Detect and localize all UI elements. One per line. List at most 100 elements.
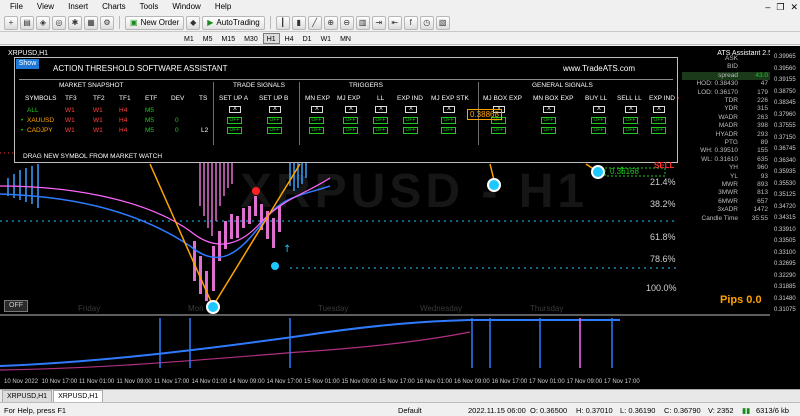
mn-exp-off[interactable]: OFF xyxy=(309,127,324,134)
stat-value: 47 xyxy=(760,80,768,88)
mj-exp-stk-off[interactable]: OFF xyxy=(441,117,456,124)
sell-ll-off[interactable]: OFF xyxy=(623,117,638,124)
section-trade-signals: TRADE SIGNALS xyxy=(233,82,286,89)
mj-box-exp-off[interactable]: OFF xyxy=(491,127,506,134)
chart-tab-active[interactable]: XRPUSD,H1 xyxy=(53,390,104,402)
fib-level: 61.8% xyxy=(650,232,676,242)
mn-exp-off[interactable]: OFF xyxy=(309,117,324,124)
restore-icon[interactable]: ❐ xyxy=(776,0,784,14)
zoom-out-icon[interactable]: ⊖ xyxy=(339,15,354,30)
sell-ll-toggle[interactable]: X xyxy=(625,106,637,113)
zoom-in-icon[interactable]: ⊕ xyxy=(323,15,338,30)
tf-d1[interactable]: D1 xyxy=(299,33,316,44)
menu-help[interactable]: Help xyxy=(208,0,238,14)
mj-exp-off[interactable]: OFF xyxy=(343,127,358,134)
tf-m5[interactable]: M5 xyxy=(199,33,217,44)
setup-a-off[interactable]: OFF xyxy=(227,127,242,134)
day-label: Wednesday xyxy=(420,304,463,313)
mn-exp-toggle[interactable]: X xyxy=(311,106,323,113)
row-symbol[interactable]: XAUUSD xyxy=(27,117,54,124)
stat-value: 179 xyxy=(757,88,768,96)
menu-view[interactable]: View xyxy=(30,0,61,14)
setup-b-toggle[interactable]: X xyxy=(269,106,281,113)
tf-m30[interactable]: M30 xyxy=(240,33,262,44)
buy-ll-off[interactable]: OFF xyxy=(591,127,606,134)
row-symbol[interactable]: CADJPY xyxy=(27,127,53,134)
autoscroll-icon[interactable]: ⇥ xyxy=(371,15,386,30)
setup-a-toggle[interactable]: X xyxy=(229,106,241,113)
tile-icon[interactable]: ▥ xyxy=(355,15,370,30)
exp-ind-off[interactable]: OFF xyxy=(403,117,418,124)
menu-window[interactable]: Window xyxy=(165,0,207,14)
minimize-icon[interactable]: – xyxy=(765,0,770,14)
tf-mn[interactable]: MN xyxy=(336,33,355,44)
tf-h4[interactable]: H4 xyxy=(281,33,298,44)
line-chart-icon[interactable]: ╱ xyxy=(307,15,322,30)
navigator-icon[interactable]: ✱ xyxy=(68,15,82,30)
stat-row: PTG 89 xyxy=(682,139,770,147)
status-open: O: 0.36500 xyxy=(530,406,568,415)
stat-key: LOD: 0.36170 xyxy=(697,88,738,96)
candlestick-icon[interactable]: ▮ xyxy=(291,15,306,30)
row-symbol[interactable]: ALL xyxy=(27,107,39,114)
exp-ind-toggle[interactable]: X xyxy=(405,106,417,113)
setup-a-off[interactable]: OFF xyxy=(227,117,242,124)
setup-b-off[interactable]: OFF xyxy=(267,117,282,124)
mj-exp-stk-toggle[interactable]: X xyxy=(443,106,455,113)
menu-tools[interactable]: Tools xyxy=(133,0,166,14)
time-tick: 15 Nov 01:00 xyxy=(304,379,340,385)
chart-tab[interactable]: XRPUSD,H1 xyxy=(2,390,53,402)
meta-editor-icon[interactable]: ◆ xyxy=(186,15,201,30)
sell-ll-off[interactable]: OFF xyxy=(623,127,638,134)
header-mj-exp: MJ EXP xyxy=(337,95,361,102)
menu-insert[interactable]: Insert xyxy=(61,0,95,14)
mj-exp-off[interactable]: OFF xyxy=(343,117,358,124)
chart-shift-icon[interactable]: ⇤ xyxy=(387,15,402,30)
mj-exp-toggle[interactable]: X xyxy=(345,106,357,113)
stat-row: spread 43.0 xyxy=(682,71,770,80)
ll-off[interactable]: OFF xyxy=(373,117,388,124)
tf-m15[interactable]: M15 xyxy=(217,33,239,44)
autotrading-button[interactable]: ▶ AutoTrading xyxy=(202,15,265,30)
row-tf2: W1 xyxy=(93,117,103,124)
tester-icon[interactable]: ⚙ xyxy=(100,15,114,30)
mn-box-exp-off[interactable]: OFF xyxy=(541,117,556,124)
close-icon[interactable]: ✕ xyxy=(790,0,798,14)
mn-box-exp-toggle[interactable]: X xyxy=(543,106,555,113)
setup-b-off[interactable]: OFF xyxy=(267,127,282,134)
templates-icon[interactable]: ▧ xyxy=(435,15,450,30)
status-help: For Help, press F1 xyxy=(4,406,67,415)
terminal-icon[interactable]: ▦ xyxy=(84,15,98,30)
bar-chart-icon[interactable]: ┃ xyxy=(275,15,290,30)
exp-ind-2-off[interactable]: OFF xyxy=(651,117,666,124)
exp-ind-2-toggle[interactable]: X xyxy=(653,106,665,113)
data-window-icon[interactable]: ◎ xyxy=(52,15,66,30)
profiles-icon[interactable]: ▤ xyxy=(20,15,34,30)
ll-off[interactable]: OFF xyxy=(373,127,388,134)
stat-value: 93 xyxy=(760,172,768,180)
exp-ind-2-off[interactable]: OFF xyxy=(651,127,666,134)
menu-charts[interactable]: Charts xyxy=(95,0,133,14)
off-button[interactable]: OFF xyxy=(4,300,28,312)
panel-url[interactable]: www.TradeATS.com xyxy=(563,64,635,73)
mj-exp-stk-off[interactable]: OFF xyxy=(441,127,456,134)
indicators-icon[interactable]: f xyxy=(403,15,418,30)
show-button[interactable]: Show xyxy=(16,59,39,69)
tf-w1[interactable]: W1 xyxy=(317,33,336,44)
periods-icon[interactable]: ◷ xyxy=(419,15,434,30)
mn-box-exp-off[interactable]: OFF xyxy=(541,127,556,134)
ll-toggle[interactable]: X xyxy=(375,106,387,113)
day-label: Thursday xyxy=(530,304,564,313)
new-order-button[interactable]: ▣ New Order xyxy=(125,15,185,30)
market-watch-icon[interactable]: ◈ xyxy=(36,15,50,30)
new-chart-icon[interactable]: + xyxy=(4,15,18,30)
tf-h1[interactable]: H1 xyxy=(262,32,280,44)
buy-ll-toggle[interactable]: X xyxy=(593,106,605,113)
stat-value: 960 xyxy=(757,164,768,172)
chart-area[interactable]: XRPUSD - H1 ↑ ↑ XRPUSD,H1 ATS Assistant … xyxy=(0,46,800,389)
tf-m1[interactable]: M1 xyxy=(180,33,198,44)
time-tick: 17 Nov 17:00 xyxy=(604,379,640,385)
buy-ll-off[interactable]: OFF xyxy=(591,117,606,124)
menu-file[interactable]: File xyxy=(3,0,30,14)
exp-ind-off[interactable]: OFF xyxy=(403,127,418,134)
